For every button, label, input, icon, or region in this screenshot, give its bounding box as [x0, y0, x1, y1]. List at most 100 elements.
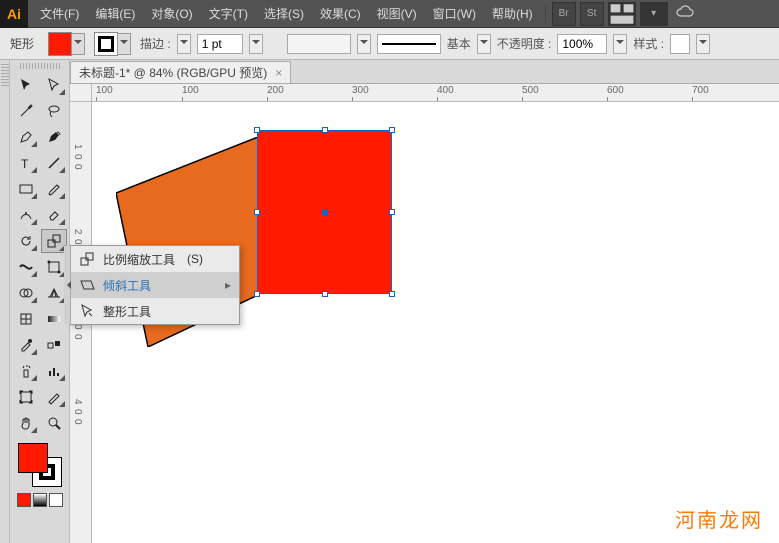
hand-tool[interactable]: [13, 411, 39, 435]
width-tool[interactable]: [13, 255, 39, 279]
fill-stroke-control[interactable]: [18, 443, 62, 487]
curvature-tool[interactable]: [41, 125, 67, 149]
ruler-tick: 600: [607, 85, 624, 96]
stroke-weight-stepper[interactable]: [177, 34, 191, 54]
menu-view[interactable]: 视图(V): [369, 0, 425, 28]
fill-swatch[interactable]: [48, 32, 72, 56]
lasso-tool[interactable]: [41, 99, 67, 123]
shaper-tool[interactable]: [13, 203, 39, 227]
watermark-text: 河南龙网: [675, 504, 763, 533]
color-mode-icon[interactable]: [17, 493, 31, 507]
direct-selection-tool[interactable]: [41, 73, 67, 97]
gradient-mode-icon[interactable]: [33, 493, 47, 507]
scale-tool[interactable]: [41, 229, 67, 253]
scale-tool-icon: [79, 251, 95, 267]
variable-width-dropdown-icon[interactable]: [357, 34, 371, 54]
menu-select[interactable]: 选择(S): [256, 0, 312, 28]
selection-handle[interactable]: [322, 291, 328, 297]
graphic-style-swatch[interactable]: [670, 34, 690, 54]
selection-handle[interactable]: [389, 291, 395, 297]
tools-grip-icon[interactable]: [20, 63, 60, 69]
stroke-swatch[interactable]: [94, 32, 118, 56]
column-graph-tool[interactable]: [41, 359, 67, 383]
ruler-tick: 300: [352, 85, 369, 96]
type-tool[interactable]: T: [13, 151, 39, 175]
panel-collapse-strip[interactable]: [0, 60, 10, 543]
tool-flyout-menu: 比例缩放工具 (S) 倾斜工具 ▸ 整形工具: [70, 245, 240, 325]
ruler-tick: 200: [267, 85, 284, 96]
reshape-tool-icon: [79, 303, 95, 319]
brush-dropdown-icon[interactable]: [477, 34, 491, 54]
fill-box-icon[interactable]: [18, 443, 48, 473]
stock-icon[interactable]: St: [580, 2, 604, 26]
selection-handle[interactable]: [254, 127, 260, 133]
workspace-switcher-icon[interactable]: ▾: [640, 2, 668, 26]
selection-handle[interactable]: [322, 127, 328, 133]
stroke-weight-dropdown-icon[interactable]: [249, 34, 263, 54]
menu-window[interactable]: 窗口(W): [425, 0, 484, 28]
blend-tool[interactable]: [41, 333, 67, 357]
menu-edit[interactable]: 编辑(E): [87, 0, 143, 28]
none-mode-icon[interactable]: [49, 493, 63, 507]
magic-wand-tool[interactable]: [13, 99, 39, 123]
eyedropper-tool[interactable]: [13, 333, 39, 357]
rotate-tool[interactable]: [13, 229, 39, 253]
selection-handle[interactable]: [389, 127, 395, 133]
symbol-sprayer-tool[interactable]: [13, 359, 39, 383]
ruler-tick: 0: [72, 334, 83, 340]
selection-center-icon[interactable]: [322, 209, 328, 215]
flyout-label: 倾斜工具: [103, 277, 151, 294]
paintbrush-tool[interactable]: [41, 177, 67, 201]
fill-dropdown-icon[interactable]: [71, 33, 85, 55]
shape-type-label: 矩形: [10, 35, 34, 52]
gradient-tool[interactable]: [41, 307, 67, 331]
selection-tool[interactable]: [13, 73, 39, 97]
tab-close-icon[interactable]: ×: [275, 66, 282, 80]
slice-tool[interactable]: [41, 385, 67, 409]
menu-file[interactable]: 文件(F): [32, 0, 87, 28]
artboard-tool[interactable]: [13, 385, 39, 409]
stroke-weight-input[interactable]: 1 pt: [197, 34, 243, 54]
ruler-tick: 0: [72, 154, 83, 160]
zoom-tool[interactable]: [41, 411, 67, 435]
style-dropdown-icon[interactable]: [696, 34, 710, 54]
ruler-tick: 2: [72, 229, 83, 235]
flyout-item-scale[interactable]: 比例缩放工具 (S): [71, 246, 239, 272]
ruler-origin[interactable]: [70, 84, 92, 102]
document-tabs: 未标题-1* @ 84% (RGB/GPU 预览) ×: [70, 60, 779, 84]
rectangle-tool[interactable]: [13, 177, 39, 201]
menu-effect[interactable]: 效果(C): [312, 0, 369, 28]
eraser-tool[interactable]: [41, 203, 67, 227]
selection-handle[interactable]: [254, 291, 260, 297]
arrange-documents-icon[interactable]: [608, 2, 636, 26]
menu-help[interactable]: 帮助(H): [484, 0, 541, 28]
sync-icon[interactable]: [676, 5, 694, 22]
menu-type[interactable]: 文字(T): [201, 0, 256, 28]
selection-handle[interactable]: [389, 209, 395, 215]
ruler-tick: 400: [437, 85, 454, 96]
horizontal-ruler[interactable]: 100 100 200 300 400 500 600 700: [92, 84, 779, 102]
tools-panel: T: [10, 60, 70, 543]
shape-builder-tool[interactable]: [13, 281, 39, 305]
artwork-red-rectangle[interactable]: [257, 130, 392, 294]
shear-tool-icon: [79, 277, 95, 293]
tab-title: 未标题-1* @ 84% (RGB/GPU 预览): [79, 64, 267, 81]
flyout-tearoff-icon[interactable]: [64, 246, 71, 324]
brush-definition[interactable]: [377, 34, 441, 54]
flyout-label: 比例缩放工具: [103, 251, 175, 268]
ruler-tick: 0: [72, 409, 83, 415]
opacity-input[interactable]: 100%: [557, 34, 607, 54]
flyout-item-shear[interactable]: 倾斜工具 ▸: [71, 272, 239, 298]
menu-object[interactable]: 对象(O): [143, 0, 200, 28]
selection-handle[interactable]: [254, 209, 260, 215]
opacity-dropdown-icon[interactable]: [613, 34, 627, 54]
stroke-dropdown-icon[interactable]: [117, 33, 131, 55]
free-transform-tool[interactable]: [41, 255, 67, 279]
pen-tool[interactable]: [13, 125, 39, 149]
document-tab[interactable]: 未标题-1* @ 84% (RGB/GPU 预览) ×: [70, 61, 291, 83]
flyout-item-reshape[interactable]: 整形工具: [71, 298, 239, 324]
bridge-icon[interactable]: Br: [552, 2, 576, 26]
mesh-tool[interactable]: [13, 307, 39, 331]
variable-width-profile[interactable]: [287, 34, 351, 54]
line-segment-tool[interactable]: [41, 151, 67, 175]
